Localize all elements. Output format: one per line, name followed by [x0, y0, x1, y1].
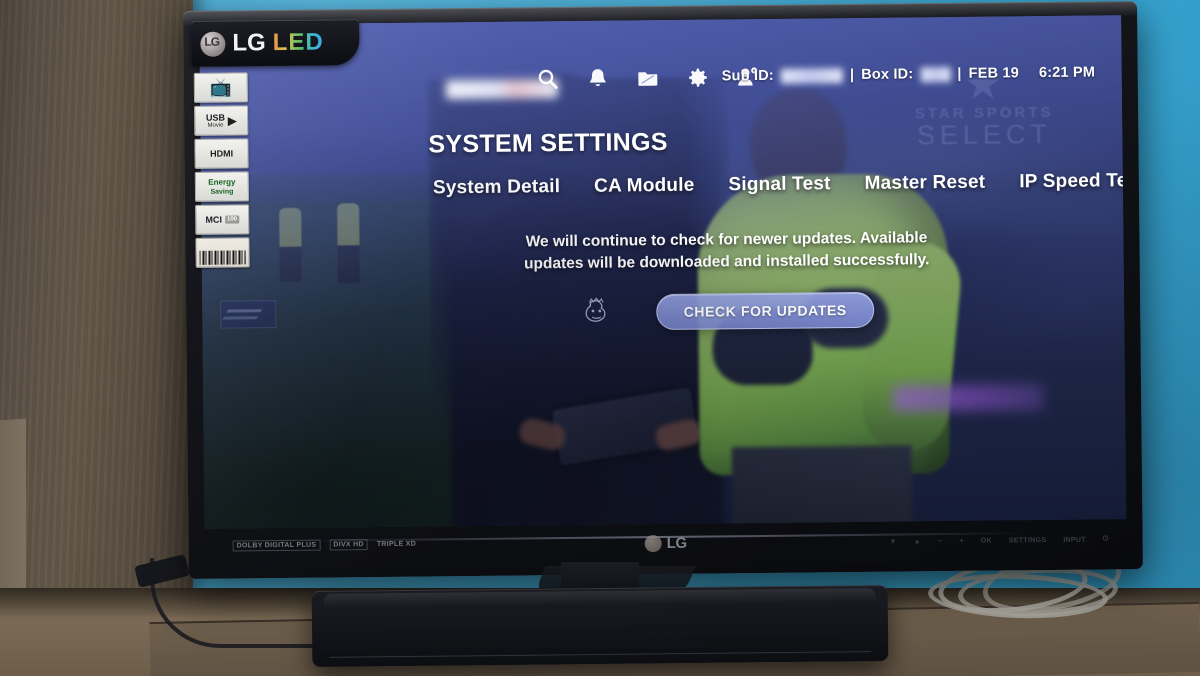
- page-title: SYSTEM SETTINGS: [428, 127, 668, 159]
- current-date: FEB 19: [968, 65, 1020, 82]
- sub-id-value-redacted: [780, 67, 843, 84]
- photo-scene: ★ STAR SPORTS SELECT: [0, 0, 1200, 676]
- key-volume-up[interactable]: +: [959, 537, 963, 544]
- search-icon[interactable]: [536, 67, 560, 91]
- lg-led-badge: LG LED: [191, 19, 360, 67]
- subscriber-status: Sub ID: | Box ID: | FEB 19 6:21 PM: [722, 64, 1096, 84]
- usb-movie-sticker: USB Movie ▶: [194, 105, 249, 136]
- key-channel-down[interactable]: ▼: [890, 538, 897, 545]
- divx-logo: DIVX HD: [329, 539, 368, 551]
- key-channel-up[interactable]: ▲: [914, 538, 921, 545]
- lg-bottom-logo: LG: [644, 534, 687, 553]
- barcode-sticker: [195, 237, 250, 268]
- tab-ip-speed-test[interactable]: IP Speed Test: [1019, 170, 1126, 199]
- lg-logo-dot-icon: [644, 535, 662, 553]
- tv-icon-sticker: 📺: [193, 72, 249, 103]
- key-ok[interactable]: OK: [981, 537, 992, 544]
- check-for-updates-button[interactable]: CHECK FOR UPDATES: [656, 291, 874, 331]
- tab-system-detail[interactable]: System Detail: [433, 176, 561, 205]
- energy-sticker-label: Energy: [208, 176, 236, 187]
- energy-sticker-sub: Saving: [210, 187, 234, 196]
- lg-badge-brand: LG: [232, 29, 266, 57]
- update-message-line2: updates will be downloaded and installed…: [523, 251, 930, 273]
- bottom-overlay-redacted: [893, 384, 1044, 412]
- premier-league-lion-icon: [585, 297, 606, 322]
- tab-ca-module[interactable]: CA Module: [594, 175, 695, 204]
- usb-sticker-label: USB: [205, 112, 225, 123]
- set-top-box-ui: Sub ID: | Box ID: | FEB 19 6:21 PM SYSTE…: [199, 15, 1126, 529]
- bezel-certification-logos: DOLBY DIGITAL PLUS DIVX HD TRIPLE XD: [232, 539, 417, 552]
- key-volume-down[interactable]: −: [938, 538, 942, 545]
- usb-sticker-sub: Movie: [207, 122, 224, 129]
- status-separator-2: |: [957, 65, 962, 82]
- folder-icon[interactable]: [636, 66, 660, 90]
- top-status-bar: Sub ID: | Box ID: | FEB 19 6:21 PM: [200, 61, 1122, 105]
- bezel-control-keys: ▼ ▲ − + OK SETTINGS INPUT ⏻: [889, 535, 1109, 545]
- tab-signal-test[interactable]: Signal Test: [728, 173, 830, 202]
- play-triangle-icon: ▶: [227, 114, 237, 128]
- mci-sticker: MCI 100: [195, 204, 250, 235]
- mci-sticker-label: MCI: [205, 214, 223, 225]
- lg-bottom-wordmark: LG: [666, 534, 687, 552]
- current-time: 6:21 PM: [1038, 64, 1096, 82]
- bell-icon[interactable]: [586, 67, 610, 91]
- triple-xd-logo: TRIPLE XD: [376, 540, 417, 549]
- gear-icon[interactable]: [686, 65, 710, 89]
- wood-grain: [0, 0, 193, 632]
- key-input[interactable]: INPUT: [1063, 536, 1086, 543]
- box-id-label: Box ID:: [861, 66, 914, 83]
- update-message: We will continue to check for newer upda…: [449, 226, 1003, 276]
- sub-id-label: Sub ID:: [721, 67, 775, 85]
- lg-television: ★ STAR SPORTS SELECT: [183, 1, 1143, 579]
- mci-sticker-value: 100: [224, 215, 240, 224]
- key-settings[interactable]: SETTINGS: [1009, 537, 1046, 544]
- stand-edge-line: [329, 651, 872, 658]
- tv-icon: 📺: [209, 77, 233, 98]
- tv-stand-base: [311, 584, 889, 668]
- tv-bezel: ★ STAR SPORTS SELECT: [183, 1, 1143, 579]
- dolby-logo: DOLBY DIGITAL PLUS: [232, 539, 321, 552]
- hdmi-sticker: HDMI: [194, 138, 249, 169]
- key-power[interactable]: ⏻: [1103, 535, 1109, 543]
- box-id-value-redacted: [920, 66, 951, 82]
- tv-screen: ★ STAR SPORTS SELECT: [199, 15, 1127, 529]
- barcode-lines: [199, 250, 246, 265]
- lg-logo-icon: [200, 31, 226, 57]
- lg-badge-led: LED: [272, 28, 324, 57]
- stand-shine: [323, 588, 877, 608]
- energy-saving-sticker: Energy Saving: [194, 171, 250, 202]
- settings-tab-bar: System Detail CA Module Signal Test Mast…: [433, 170, 1127, 205]
- tab-master-reset[interactable]: Master Reset: [864, 172, 985, 201]
- feature-sticker-column: 📺 USB Movie ▶ HDMI Energy Saving MCI 100: [193, 72, 252, 271]
- status-separator-1: |: [849, 66, 855, 84]
- update-action-row: CHECK FOR UPDATES: [450, 290, 1004, 332]
- wooden-cabinet: [0, 0, 193, 632]
